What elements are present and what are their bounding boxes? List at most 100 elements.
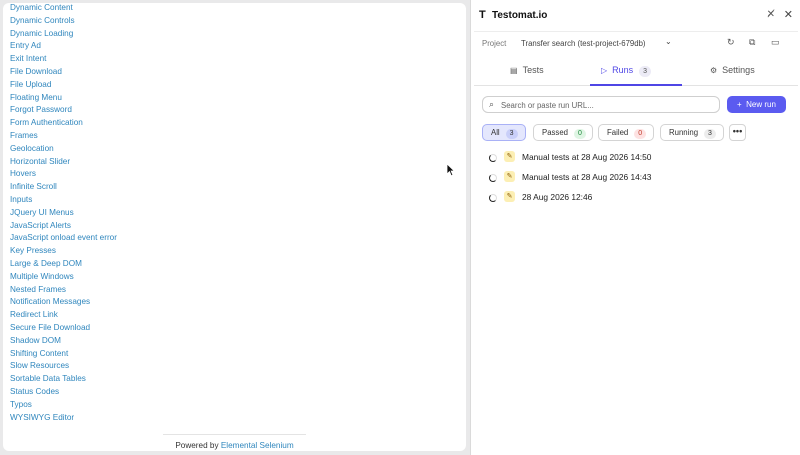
example-link[interactable]: Shifting Content bbox=[10, 349, 68, 358]
example-link[interactable]: Infinite Scroll bbox=[10, 182, 57, 191]
chevron-down-icon[interactable]: ⌄ bbox=[665, 37, 672, 46]
example-link-item: Nested Frames bbox=[10, 284, 117, 297]
footer-divider bbox=[163, 434, 306, 435]
example-links-list: Dynamic Content Dynamic Controls Dynamic L… bbox=[10, 3, 117, 424]
example-link[interactable]: Sortable Data Tables bbox=[10, 374, 86, 383]
filter-failed[interactable]: Failed 0 bbox=[598, 124, 654, 141]
example-link[interactable]: Form Authentication bbox=[10, 118, 83, 127]
example-link-item: Horizontal Slider bbox=[10, 156, 117, 169]
example-link[interactable]: Hovers bbox=[10, 169, 36, 178]
gear-icon: ⚙ bbox=[710, 66, 718, 75]
example-link[interactable]: Horizontal Slider bbox=[10, 157, 70, 166]
tab-runs[interactable]: ▷ Runs 3 bbox=[590, 56, 682, 86]
runs-count-badge: 3 bbox=[639, 66, 652, 77]
example-link[interactable]: Dynamic Content bbox=[10, 3, 73, 12]
example-link-item: Forgot Password bbox=[10, 104, 117, 117]
panel-title: Testomat.io bbox=[492, 10, 548, 21]
loading-spinner-icon bbox=[489, 154, 497, 162]
tab-tests[interactable]: ▤ Tests bbox=[510, 56, 544, 86]
example-link[interactable]: Geolocation bbox=[10, 144, 54, 153]
example-link[interactable]: Floating Menu bbox=[10, 93, 62, 102]
example-link-item: Secure File Download bbox=[10, 322, 117, 335]
run-item[interactable]: ✎ 28 Aug 2026 12:46 bbox=[489, 191, 789, 205]
more-filters-button[interactable]: ••• bbox=[729, 124, 746, 141]
example-link-item: Shadow DOM bbox=[10, 335, 117, 348]
example-link[interactable]: Exit Intent bbox=[10, 54, 46, 63]
example-link[interactable]: Secure File Download bbox=[10, 323, 90, 332]
example-link[interactable]: Forgot Password bbox=[10, 105, 72, 114]
example-link[interactable]: Inputs bbox=[10, 195, 32, 204]
example-link[interactable]: Shadow DOM bbox=[10, 336, 61, 345]
example-link[interactable]: File Download bbox=[10, 67, 62, 76]
example-link-item: Redirect Link bbox=[10, 309, 117, 322]
example-link[interactable]: Redirect Link bbox=[10, 310, 58, 319]
example-link[interactable]: Slow Resources bbox=[10, 361, 69, 370]
example-link[interactable]: Key Presses bbox=[10, 246, 56, 255]
run-title: 28 Aug 2026 12:46 bbox=[522, 192, 593, 202]
close-icon[interactable]: ✕ bbox=[784, 8, 793, 21]
web-page-panel: Dynamic Content Dynamic Controls Dynamic L… bbox=[3, 3, 466, 451]
run-search-field[interactable]: ⌕ bbox=[482, 96, 720, 113]
tab-runs-label: Runs bbox=[612, 65, 634, 75]
panel-header: T Testomat.io ✕̸ ✕ bbox=[471, 0, 800, 30]
filter-passed[interactable]: Passed 0 bbox=[533, 124, 593, 141]
refresh-icon[interactable]: ↻ bbox=[727, 37, 735, 48]
example-link[interactable]: JQuery UI Menus bbox=[10, 208, 74, 217]
example-link-item: Hovers bbox=[10, 168, 117, 181]
loading-spinner-icon bbox=[489, 174, 497, 182]
example-link[interactable]: Multiple Windows bbox=[10, 272, 74, 281]
run-item[interactable]: ✎ Manual tests at 28 Aug 2026 14:50 bbox=[489, 151, 789, 165]
filter-all-label: All bbox=[491, 128, 500, 137]
example-link-item: Exit Intent bbox=[10, 53, 117, 66]
mouse-cursor-icon bbox=[446, 163, 455, 177]
search-icon: ⌕ bbox=[489, 99, 495, 109]
filter-passed-count: 0 bbox=[574, 129, 586, 139]
example-link-item: File Upload bbox=[10, 79, 117, 92]
new-run-button[interactable]: + New run bbox=[727, 96, 786, 113]
example-link-item: Form Authentication bbox=[10, 117, 117, 130]
example-link-item: Dynamic Content bbox=[10, 3, 117, 15]
example-link[interactable]: File Upload bbox=[10, 80, 51, 89]
example-link[interactable]: Dynamic Loading bbox=[10, 29, 73, 38]
tab-settings-label: Settings bbox=[722, 65, 755, 75]
plus-icon: + bbox=[737, 100, 742, 109]
project-selector[interactable]: Transfer search (test-project-679db) bbox=[521, 39, 646, 48]
example-link[interactable]: Frames bbox=[10, 131, 38, 140]
filter-passed-label: Passed bbox=[542, 128, 569, 137]
example-link[interactable]: Status Codes bbox=[10, 387, 59, 396]
run-search-input[interactable] bbox=[501, 99, 711, 111]
tab-settings[interactable]: ⚙ Settings bbox=[710, 56, 755, 86]
example-link[interactable]: Typos bbox=[10, 400, 32, 409]
example-link[interactable]: Notification Messages bbox=[10, 297, 90, 306]
example-link[interactable]: Nested Frames bbox=[10, 285, 66, 294]
example-link-item: Dynamic Controls bbox=[10, 15, 117, 28]
project-bar: Project Transfer search (test-project-67… bbox=[474, 31, 798, 53]
filter-running[interactable]: Running 3 bbox=[660, 124, 724, 141]
example-link-item: Shifting Content bbox=[10, 348, 117, 361]
example-link[interactable]: WYSIWYG Editor bbox=[10, 413, 74, 422]
example-link-item: Entry Ad bbox=[10, 40, 117, 53]
manual-run-icon: ✎ bbox=[504, 151, 515, 162]
run-title: Manual tests at 28 Aug 2026 14:50 bbox=[522, 152, 652, 162]
window-icon[interactable]: ▭ bbox=[771, 37, 780, 48]
run-item[interactable]: ✎ Manual tests at 28 Aug 2026 14:43 bbox=[489, 171, 789, 185]
example-link[interactable]: Dynamic Controls bbox=[10, 16, 75, 25]
example-link-item: Sortable Data Tables bbox=[10, 373, 117, 386]
unpin-icon[interactable]: ✕̸ bbox=[767, 9, 775, 20]
example-link[interactable]: Entry Ad bbox=[10, 41, 41, 50]
file-icon: ▤ bbox=[510, 66, 518, 75]
external-link-icon[interactable]: ⧉ bbox=[749, 37, 755, 48]
tab-bar: ▤ Tests ▷ Runs 3 ⚙ Settings bbox=[474, 56, 798, 86]
example-link[interactable]: JavaScript onload event error bbox=[10, 233, 117, 242]
example-link-item: Status Codes bbox=[10, 386, 117, 399]
footer-text: Powered by bbox=[175, 441, 219, 450]
elemental-selenium-link[interactable]: Elemental Selenium bbox=[221, 441, 294, 450]
filter-all[interactable]: All 3 bbox=[482, 124, 526, 141]
example-link[interactable]: Large & Deep DOM bbox=[10, 259, 82, 268]
example-link-item: Key Presses bbox=[10, 245, 117, 258]
example-link-item: JQuery UI Menus bbox=[10, 207, 117, 220]
example-link-item: JavaScript onload event error bbox=[10, 232, 117, 245]
example-link[interactable]: JavaScript Alerts bbox=[10, 221, 71, 230]
example-link-item: Slow Resources bbox=[10, 360, 117, 373]
example-link-item: Floating Menu bbox=[10, 92, 117, 105]
